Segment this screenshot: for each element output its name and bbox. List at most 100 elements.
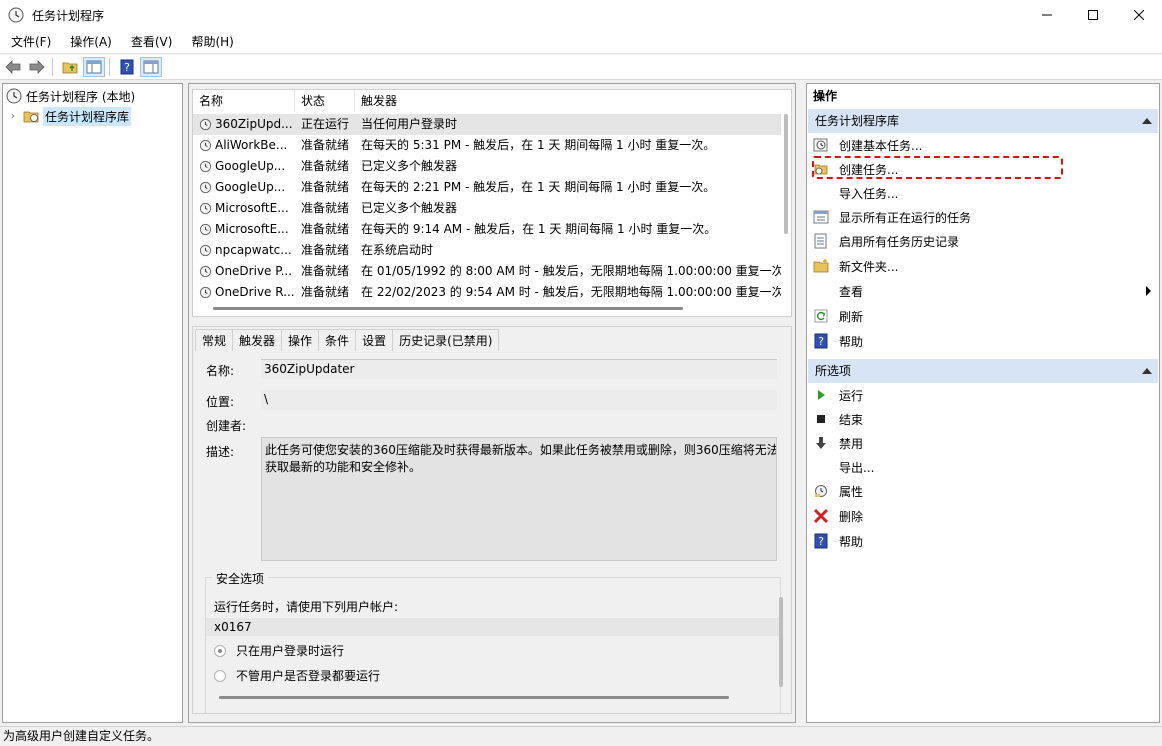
actions-header: 操作 xyxy=(807,84,1159,108)
task-list-horizontal-scrollbar[interactable] xyxy=(213,307,683,310)
task-name-cell: AliWorkBe... xyxy=(199,135,295,156)
task-status-cell: 准备就绪 xyxy=(301,201,350,215)
back-button[interactable] xyxy=(2,57,24,77)
security-options-group: 安全选项 运行任务时，请使用下列用户帐户: x0167 只在用户登录时运行 不管… xyxy=(205,570,781,713)
detail-horizontal-scrollbar[interactable] xyxy=(219,696,729,699)
collapse-arrow-icon[interactable] xyxy=(1142,368,1152,374)
table-row[interactable]: npcapwatc... 准备就绪 在系统启动时 xyxy=(193,240,781,261)
action-import-task-label: 导入任务... xyxy=(839,186,899,201)
section-header-library[interactable]: 任务计划程序库 xyxy=(808,109,1158,133)
action-run[interactable]: 运行 xyxy=(813,384,1153,406)
tab-general[interactable]: 常规 xyxy=(195,329,234,351)
collapse-arrow-icon[interactable] xyxy=(1142,118,1152,124)
svg-text:?: ? xyxy=(818,535,824,548)
svg-text:?: ? xyxy=(818,335,824,348)
help-toolbar-button[interactable]: ? xyxy=(116,57,138,77)
table-row[interactable]: OneDrive R... 准备就绪在 22/02/2023 的 9:54 AM … xyxy=(193,282,781,303)
action-import-task[interactable]: 导入任务... xyxy=(813,182,1153,204)
location-label: 位置: xyxy=(206,395,235,409)
task-name-cell: MicrosoftE... xyxy=(199,219,295,240)
delete-x-icon xyxy=(813,508,829,524)
up-folder-button[interactable] xyxy=(59,57,81,77)
menu-help[interactable]: 帮助(H) xyxy=(183,30,241,54)
action-help-selected[interactable]: ? 帮助 xyxy=(813,530,1153,552)
action-help-library[interactable]: ? 帮助 xyxy=(813,330,1153,352)
stop-icon xyxy=(817,415,825,423)
task-status-cell: 准备就绪 xyxy=(301,180,350,194)
maximize-button[interactable] xyxy=(1070,0,1116,30)
chevron-right-icon[interactable]: › xyxy=(11,111,23,122)
location-field[interactable]: \ xyxy=(261,390,777,410)
task-name: AliWorkBe... xyxy=(215,138,288,152)
task-list-vertical-scrollbar[interactable] xyxy=(784,114,788,234)
action-properties-label: 属性 xyxy=(839,484,864,499)
menu-file[interactable]: 文件(F) xyxy=(3,30,59,54)
task-status-cell: 准备就绪 xyxy=(301,264,350,278)
tree-root-label: 任务计划程序 (本地) xyxy=(26,89,136,104)
action-export[interactable]: 导出... xyxy=(813,456,1153,478)
tree-item-root[interactable]: 任务计划程序 (本地) xyxy=(6,86,135,106)
show-hide-tree-button[interactable] xyxy=(83,57,105,77)
show-hide-action-pane-button[interactable] xyxy=(140,57,162,77)
down-arrow-icon xyxy=(816,437,826,449)
table-row[interactable]: GoogleUp... 准备就绪 在每天的 2:21 PM - 触发后，在 1 天 … xyxy=(193,177,781,198)
detail-vertical-scrollbar[interactable] xyxy=(779,597,783,687)
task-trigger-cell: 在每天的 9:14 AM - 触发后，在 1 天 期间每隔 1 小时 重复一次。 xyxy=(361,222,717,236)
run-as-label: 运行任务时，请使用下列用户帐户: xyxy=(214,600,399,614)
task-trigger-cell: 已定义多个触发器 xyxy=(361,159,458,173)
description-label: 描述: xyxy=(206,445,235,459)
forward-button[interactable] xyxy=(26,57,48,77)
column-header-name[interactable]: 名称 xyxy=(193,90,295,112)
tab-actions[interactable]: 操作 xyxy=(281,329,320,351)
minimize-button[interactable] xyxy=(1024,0,1070,30)
table-row[interactable]: MicrosoftE... 准备就绪 已定义多个触发器 xyxy=(193,198,781,219)
table-row[interactable]: 360ZipUpd... 正在运行 当任何用户登录时 xyxy=(193,114,781,135)
action-disable-label: 禁用 xyxy=(839,436,864,451)
user-account-field[interactable]: x0167 xyxy=(206,618,780,636)
task-status-cell: 准备就绪 xyxy=(301,159,350,173)
column-header-status[interactable]: 状态 xyxy=(295,90,355,112)
running-tasks-icon xyxy=(813,210,829,224)
section-header-selected[interactable]: 所选项 xyxy=(808,359,1158,383)
action-properties[interactable]: 属性 xyxy=(813,480,1153,502)
table-row[interactable]: OneDrive P... 准备就绪在 01/05/1992 的 8:00 AM … xyxy=(193,261,781,282)
tab-history[interactable]: 历史记录(已禁用) xyxy=(392,329,500,351)
security-options-title: 安全选项 xyxy=(212,570,269,587)
action-display-running-tasks[interactable]: 显示所有正在运行的任务 xyxy=(813,206,1153,228)
column-header-trigger[interactable]: 触发器 xyxy=(355,90,783,112)
description-line-2: 获取最新的功能和安全修补。 xyxy=(265,460,422,474)
name-field[interactable]: 360ZipUpdater xyxy=(261,359,777,379)
console-tree-icon xyxy=(86,60,102,74)
task-name: MicrosoftE... xyxy=(215,201,289,215)
action-view[interactable]: 查看 xyxy=(813,280,1153,302)
window-title: 任务计划程序 xyxy=(32,8,105,23)
radio-checked-icon xyxy=(214,644,226,657)
action-create-basic-task[interactable]: 创建基本任务... xyxy=(813,134,1153,156)
table-row[interactable]: GoogleUp... 准备就绪 已定义多个触发器 xyxy=(193,156,781,177)
table-row[interactable]: MicrosoftE... 准备就绪 在每天的 9:14 AM - 触发后，在 1 … xyxy=(193,219,781,240)
action-delete[interactable]: 删除 xyxy=(813,505,1153,527)
action-enable-history[interactable]: 启用所有任务历史记录 xyxy=(813,230,1153,252)
radio-run-whether-logged-on[interactable]: 不管用户是否登录都要运行 xyxy=(214,667,380,684)
task-name-cell: OneDrive R... xyxy=(199,282,295,303)
tree-library-label: 任务计划程序库 xyxy=(43,106,132,126)
tree-item-library[interactable]: › 任务计划程序库 xyxy=(11,106,132,126)
toolbar-separator xyxy=(52,58,53,76)
task-trigger-cell: 当任何用户登录时 xyxy=(361,117,458,131)
action-new-folder[interactable]: 新文件夹... xyxy=(813,255,1153,277)
menu-view[interactable]: 查看(V) xyxy=(123,30,181,54)
table-row[interactable]: AliWorkBe... 准备就绪 在每天的 5:31 PM - 触发后，在 1 天… xyxy=(193,135,781,156)
tab-settings[interactable]: 设置 xyxy=(355,329,394,351)
tab-triggers[interactable]: 触发器 xyxy=(232,329,283,351)
task-clock-icon xyxy=(199,202,212,215)
close-button[interactable] xyxy=(1116,0,1162,30)
action-end[interactable]: 结束 xyxy=(813,408,1153,430)
action-disable[interactable]: 禁用 xyxy=(813,432,1153,454)
radio-run-whether-logged-on-label: 不管用户是否登录都要运行 xyxy=(236,669,381,683)
tab-conditions[interactable]: 条件 xyxy=(318,329,357,351)
action-refresh[interactable]: 刷新 xyxy=(813,305,1153,327)
description-field[interactable]: 此任务可使您安装的360压缩能及时获得最新版本。如果此任务被禁用或删除，则360… xyxy=(261,437,777,561)
refresh-icon xyxy=(814,309,828,323)
radio-run-only-logged-on[interactable]: 只在用户登录时运行 xyxy=(214,642,344,659)
menu-action[interactable]: 操作(A) xyxy=(62,30,120,54)
